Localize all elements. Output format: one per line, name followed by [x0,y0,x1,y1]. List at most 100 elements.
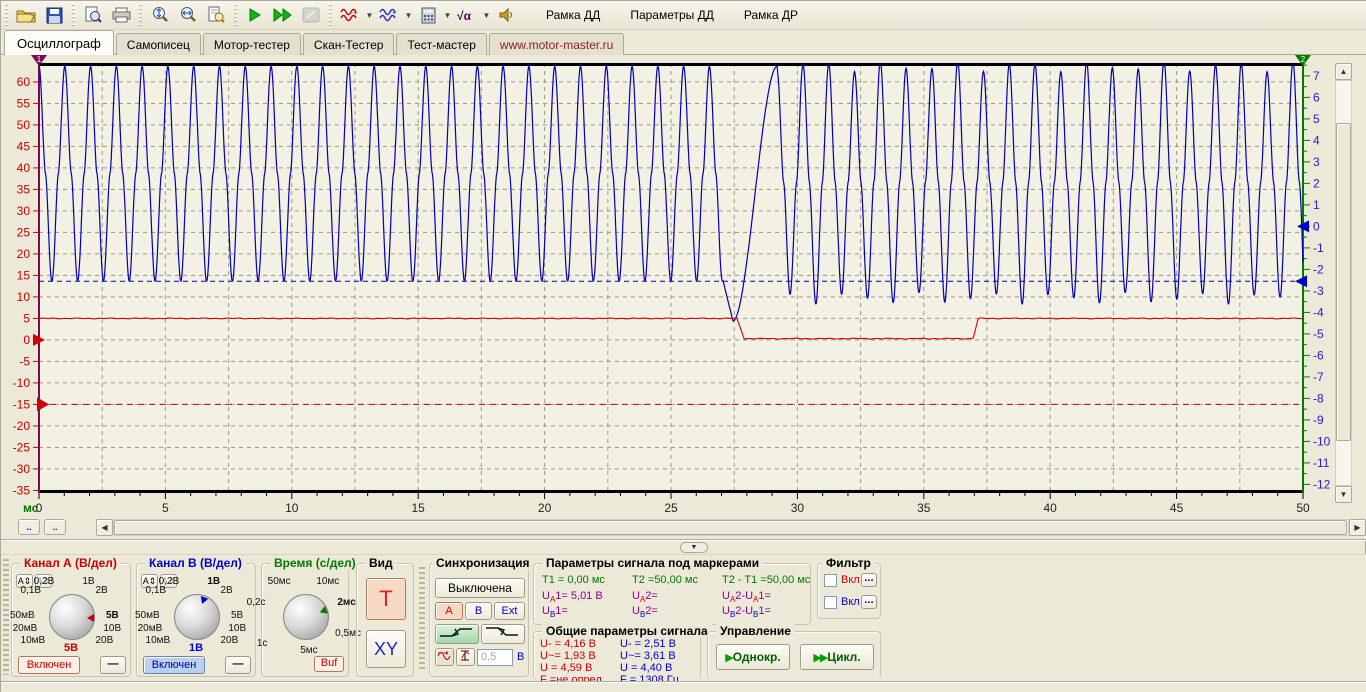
channel-b-wave-dropdown[interactable]: ▼ [403,3,414,27]
sound-button[interactable] [493,3,519,27]
dial-label[interactable]: 5В [106,610,119,621]
sync-edge-rising-button[interactable] [435,624,479,644]
channel-b-invert-button[interactable]: — [225,656,251,674]
dial-label[interactable]: 0,2В [34,576,55,587]
dial-label[interactable]: 5В [231,610,243,621]
tab-website[interactable]: www.motor-master.ru [489,33,624,55]
tab-test-master[interactable]: Тест-мастер [396,33,486,55]
falling-edge-icon [484,625,522,639]
dial-label[interactable]: 1В [207,576,220,587]
left-axis-label: 35 [17,182,31,196]
hscroll-left-button[interactable]: ◀ [96,519,113,536]
toolbar-grip[interactable] [3,4,10,26]
dial-label[interactable]: 2мс [337,597,355,608]
channel-a-panel: Канал А (В/дел) А⇕ А⇕ 5В Включен — 10мВ2… [11,563,131,677]
play-button[interactable] [242,3,268,27]
toolbar-grip[interactable] [137,4,144,26]
channel-a-wave-button[interactable]: + [337,3,363,27]
vscroll-down-button[interactable]: ▼ [1335,486,1352,503]
left-axis-label: 45 [17,139,31,153]
filter-a-checkbox[interactable] [824,574,837,587]
zoom-horizontal-button[interactable] [175,3,201,27]
print-button[interactable] [108,3,134,27]
dial-label[interactable]: 50мВ [10,610,35,621]
play-cycle-button[interactable] [270,3,296,27]
right-axis-label: -1 [1313,241,1324,255]
sync-mode-level-button[interactable] [456,648,475,666]
channel-a-on-button[interactable]: Включен [18,656,80,674]
sync-level-input[interactable]: 0,5 [477,649,513,666]
buffer-button[interactable]: Buf [314,656,344,672]
save-button[interactable] [41,3,67,27]
sync-source-a-button[interactable]: А [435,602,463,620]
menu-ramka-dd[interactable]: Рамка ДД [534,4,612,26]
collapse-panel-button[interactable]: ▼ [680,542,708,553]
view-t-button[interactable]: T [366,578,406,620]
math-sqrt-button[interactable]: √α [454,3,480,27]
dial-label[interactable]: 10В [103,623,121,634]
vscroll-thumb[interactable] [1336,123,1351,441]
dial-label[interactable]: 1В [82,576,94,587]
channel-b-wave-button[interactable]: + [376,3,402,27]
dial-label[interactable]: 50мВ [135,610,160,621]
channel-b-knob[interactable] [174,594,220,640]
menu-ramka-dr[interactable]: Рамка ДР [732,4,810,26]
dial-label[interactable]: 5мс [300,645,317,656]
dial-label[interactable]: 1с [257,638,268,649]
tab-oscilloscope[interactable]: Осциллограф [4,30,114,55]
filter-b-settings-button[interactable]: ... [861,595,877,609]
toolbar-grip[interactable] [70,4,77,26]
zoom-vertical-button[interactable] [147,3,173,27]
dial-label[interactable]: 10мВ [21,635,46,646]
dial-label[interactable]: 10мВ [146,635,171,646]
dial-label[interactable]: 0,2с [247,597,266,608]
dial-label[interactable]: 10В [228,623,246,634]
channel-a-invert-button[interactable]: — [100,656,126,674]
vscroll-up-button[interactable]: ▲ [1335,63,1352,80]
report-button[interactable] [203,3,229,27]
dial-label[interactable]: 0,2В [159,576,180,587]
filter-b-checkbox[interactable] [824,596,837,609]
marker2-color-button[interactable]: .. [44,519,66,535]
channel-a-knob[interactable] [49,594,95,640]
channel-b-on-button[interactable]: Включен [143,656,205,674]
hscroll-thumb[interactable] [114,520,1347,535]
sync-source-ext-button[interactable]: Ext [494,602,525,620]
print-preview-button[interactable] [80,3,106,27]
channel-a-wave-dropdown[interactable]: ▼ [364,3,375,27]
dial-label[interactable]: 2В [220,585,232,596]
panels-grip[interactable] [3,559,9,675]
calculator-dropdown[interactable]: ▼ [442,3,453,27]
dial-label[interactable]: 10мс [316,576,339,587]
cycle-run-button[interactable]: ▶▶ Цикл. [800,644,874,670]
calculator-button[interactable] [415,3,441,27]
menu-params-dd[interactable]: Параметры ДД [618,4,726,26]
tab-scan-tester[interactable]: Скан-Тестер [303,33,395,55]
sync-source-b-button[interactable]: B [465,602,492,620]
hscroll-right-button[interactable]: ▶ [1349,519,1366,536]
double-play-icon: ▶▶ [813,652,827,664]
dial-label[interactable]: 20В [95,635,113,646]
marker1-color-button[interactable]: .. [18,519,40,535]
sync-grip[interactable] [419,567,425,671]
x-axis-labels: 05101520253035404550 [1,501,1366,517]
toolbar-grip[interactable] [327,4,334,26]
sync-off-button[interactable]: Выключена [435,578,525,598]
math-sqrt-dropdown[interactable]: ▼ [481,3,492,27]
dial-label[interactable]: 20мВ [138,623,163,634]
dial-label[interactable]: 20мВ [13,623,38,634]
x-axis-tick-label: 5 [162,501,169,515]
toolbar-grip[interactable] [232,4,239,26]
single-run-button[interactable]: ▶ Однокр. [716,644,790,670]
time-base-knob[interactable] [283,594,329,640]
tab-recorder[interactable]: Самописец [116,33,201,55]
open-file-button[interactable] [13,3,39,27]
tab-motor-tester[interactable]: Мотор-тестер [203,33,301,55]
view-xy-button[interactable]: XY [366,630,406,668]
dial-label[interactable]: 2В [95,585,107,596]
sync-edge-falling-button[interactable] [481,624,525,644]
sync-mode-wave-button[interactable] [435,648,454,666]
dial-label[interactable]: 50мс [268,576,291,587]
filter-a-settings-button[interactable]: ... [861,573,877,587]
dial-label[interactable]: 20В [220,635,238,646]
